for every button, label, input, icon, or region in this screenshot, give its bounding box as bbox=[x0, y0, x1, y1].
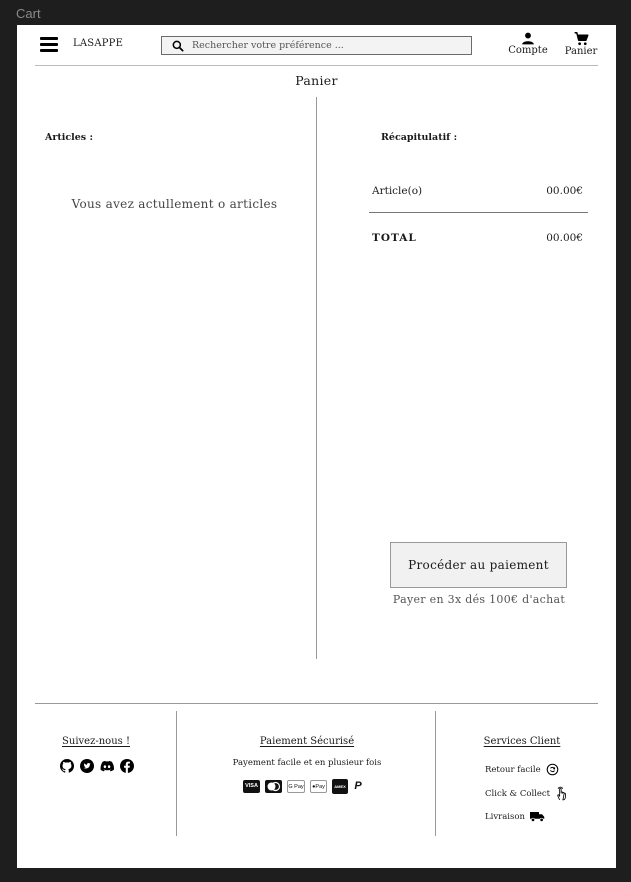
apple-pay-icon: ●Pay bbox=[310, 780, 327, 793]
brand-logo[interactable]: LASAPPE bbox=[73, 38, 123, 49]
cart-page: LASAPPE Compte Panier Pan bbox=[17, 25, 616, 868]
return-icon bbox=[546, 763, 558, 776]
column-divider bbox=[316, 97, 317, 659]
service-click-collect[interactable]: Click & Collect bbox=[485, 786, 568, 801]
payment-methods: VISA G Pay ●Pay AMEX P bbox=[243, 779, 363, 794]
account-label: Compte bbox=[508, 45, 548, 56]
articles-subtotal: 00.00€ bbox=[546, 185, 583, 197]
frame-label: Cart bbox=[16, 6, 41, 21]
visa-icon: VISA bbox=[243, 780, 260, 793]
hamburger-menu-icon[interactable] bbox=[40, 37, 58, 52]
page-title: Panier bbox=[295, 73, 338, 88]
header: LASAPPE Compte Panier bbox=[17, 25, 616, 65]
secure-payment-subtitle: Payement facile et en plusieur fois bbox=[232, 758, 382, 768]
installment-note: Payer en 3x dés 100€ d'achat bbox=[392, 593, 566, 606]
shopping-cart-icon bbox=[574, 32, 588, 46]
total-value: 00.00€ bbox=[546, 232, 583, 244]
search-icon[interactable] bbox=[171, 39, 185, 53]
mastercard-icon bbox=[265, 780, 282, 793]
paypal-icon: P bbox=[354, 780, 362, 792]
secure-payment-heading: Paiement Sécurisé bbox=[259, 736, 355, 747]
facebook-icon[interactable] bbox=[120, 758, 134, 773]
github-icon[interactable] bbox=[60, 758, 74, 773]
header-divider bbox=[35, 65, 598, 66]
articles-heading: Articles : bbox=[45, 132, 93, 143]
checkout-button[interactable]: Procéder au paiement bbox=[390, 542, 567, 588]
cart-button[interactable]: Panier bbox=[561, 32, 601, 57]
account-button[interactable]: Compte bbox=[507, 32, 549, 56]
customer-services-heading: Services Client bbox=[483, 736, 561, 747]
summary-divider bbox=[369, 212, 588, 213]
empty-cart-message: Vous avez actullement o articles bbox=[71, 197, 278, 211]
footer-divider bbox=[35, 703, 598, 704]
footer-column-divider bbox=[435, 711, 436, 836]
footer-column-divider bbox=[176, 711, 177, 836]
social-links bbox=[60, 758, 134, 773]
service-label: Livraison bbox=[485, 811, 525, 822]
hand-pointer-icon bbox=[557, 786, 567, 801]
search-input[interactable] bbox=[192, 37, 467, 54]
american-express-icon: AMEX bbox=[332, 779, 348, 794]
total-label: TOTAL bbox=[372, 232, 417, 244]
user-icon bbox=[522, 32, 534, 45]
service-delivery[interactable]: Livraison bbox=[485, 811, 545, 822]
cart-label: Panier bbox=[564, 46, 598, 57]
search-bar[interactable] bbox=[161, 36, 472, 55]
service-label: Click & Collect bbox=[485, 788, 551, 799]
google-pay-icon: G Pay bbox=[287, 780, 305, 793]
summary-articles-row: Article(o) 00.00€ bbox=[372, 185, 583, 197]
service-easy-return[interactable]: Retour facile bbox=[485, 763, 559, 776]
truck-icon bbox=[529, 812, 545, 822]
discord-icon[interactable] bbox=[100, 758, 114, 772]
articles-count-label: Article(o) bbox=[372, 185, 423, 197]
twitter-icon[interactable] bbox=[80, 758, 94, 773]
summary-total-row: TOTAL 00.00€ bbox=[372, 232, 583, 244]
service-label: Retour facile bbox=[485, 764, 541, 775]
social-heading: Suivez-nous ! bbox=[62, 736, 130, 747]
summary-heading: Récapitulatif : bbox=[381, 132, 458, 143]
